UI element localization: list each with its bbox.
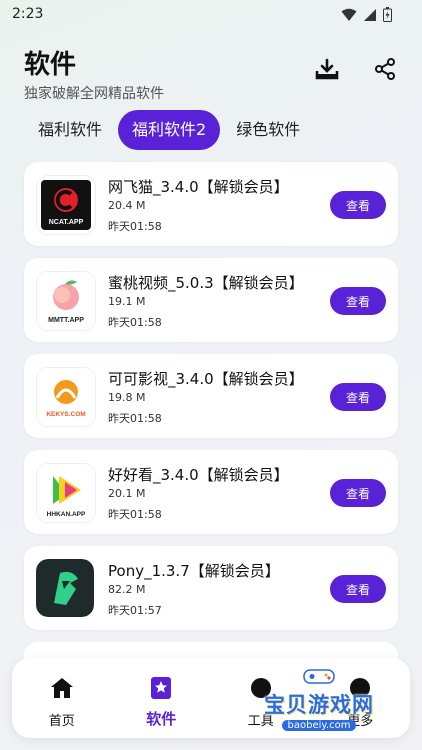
view-button[interactable]: 查看 xyxy=(330,575,386,603)
view-button[interactable]: 查看 xyxy=(330,191,386,219)
app-list: NCAT.APP 网飞猫_3.4.0【解锁会员】 20.4 M 昨天01:58 … xyxy=(24,162,398,642)
tab-fuli-2[interactable]: 福利软件2 xyxy=(118,110,221,150)
nav-item-home[interactable]: 首页 xyxy=(12,658,112,738)
app-name: 好好看_3.4.0【解锁会员】 xyxy=(108,466,289,484)
app-name: 网飞猫_3.4.0【解锁会员】 xyxy=(108,178,289,196)
app-icon-text: KEKYS.COM xyxy=(46,411,85,418)
app-size: 19.8 M xyxy=(108,391,146,404)
view-button[interactable]: 查看 xyxy=(330,479,386,507)
header-actions xyxy=(314,56,398,82)
software-icon xyxy=(150,676,172,700)
gamepad-icon xyxy=(302,667,336,689)
peach-app-icon: MMTT.APP xyxy=(36,271,96,331)
category-tabs: 福利软件 福利软件2 绿色软件 xyxy=(24,110,316,150)
app-name: 可可影视_3.4.0【解锁会员】 xyxy=(108,370,304,388)
status-icons xyxy=(341,7,392,26)
header: 软件 独家破解全网精品软件 xyxy=(24,44,398,104)
watermark-text: 宝贝游戏网 xyxy=(264,693,374,717)
list-item[interactable]: HHKAN.APP 好好看_3.4.0【解锁会员】 20.1 M 昨天01:58… xyxy=(24,450,398,534)
kekys-app-icon: KEKYS.COM xyxy=(36,367,96,427)
nav-item-software[interactable]: 软件 xyxy=(112,658,212,738)
nav-label: 首页 xyxy=(48,714,75,729)
app-time: 昨天01:57 xyxy=(108,604,162,617)
app-time: 昨天01:58 xyxy=(108,316,162,329)
app-icon-text: HHKAN.APP xyxy=(47,511,86,518)
tab-green-software[interactable]: 绿色软件 xyxy=(222,110,314,150)
app-time: 昨天01:58 xyxy=(108,220,162,233)
app-name: 蜜桃视频_5.0.3【解锁会员】 xyxy=(108,274,304,292)
view-button[interactable]: 查看 xyxy=(330,287,386,315)
hhkan-app-icon: HHKAN.APP xyxy=(36,463,96,523)
pony-app-icon xyxy=(36,559,94,617)
battery-icon xyxy=(383,7,392,26)
app-time: 昨天01:58 xyxy=(108,412,162,425)
watermark: 宝贝游戏网 baobeiy.com xyxy=(244,664,394,734)
app-size: 19.1 M xyxy=(108,295,146,308)
nav-label: 软件 xyxy=(146,710,177,728)
watermark-url: baobeiy.com xyxy=(281,720,357,731)
app-size: 20.4 M xyxy=(108,199,146,212)
home-icon xyxy=(50,676,74,700)
share-icon[interactable] xyxy=(372,56,398,82)
wifi-icon xyxy=(341,7,357,26)
status-time: 2:23 xyxy=(12,6,44,22)
view-button[interactable]: 查看 xyxy=(330,383,386,411)
tab-fuli[interactable]: 福利软件 xyxy=(24,110,116,150)
status-bar: 2:23 xyxy=(0,0,422,30)
download-icon[interactable] xyxy=(314,56,340,82)
list-item[interactable]: Pony_1.3.7【解锁会员】 82.2 M 昨天01:57 查看 xyxy=(24,546,398,630)
app-name: Pony_1.3.7【解锁会员】 xyxy=(108,562,280,580)
list-item[interactable]: KEKYS.COM 可可影视_3.4.0【解锁会员】 19.8 M 昨天01:5… xyxy=(24,354,398,438)
app-icon-text: NCAT.APP xyxy=(49,219,84,226)
signal-icon xyxy=(363,7,377,26)
app-size: 82.2 M xyxy=(108,583,146,596)
list-item[interactable]: MMTT.APP 蜜桃视频_5.0.3【解锁会员】 19.1 M 昨天01:58… xyxy=(24,258,398,342)
ncat-app-icon: NCAT.APP xyxy=(36,175,96,235)
page-subtitle: 独家破解全网精品软件 xyxy=(24,86,164,102)
app-time: 昨天01:58 xyxy=(108,508,162,521)
app-size: 20.1 M xyxy=(108,487,146,500)
list-item[interactable]: NCAT.APP 网飞猫_3.4.0【解锁会员】 20.4 M 昨天01:58 … xyxy=(24,162,398,246)
app-icon-text: MMTT.APP xyxy=(48,317,84,324)
